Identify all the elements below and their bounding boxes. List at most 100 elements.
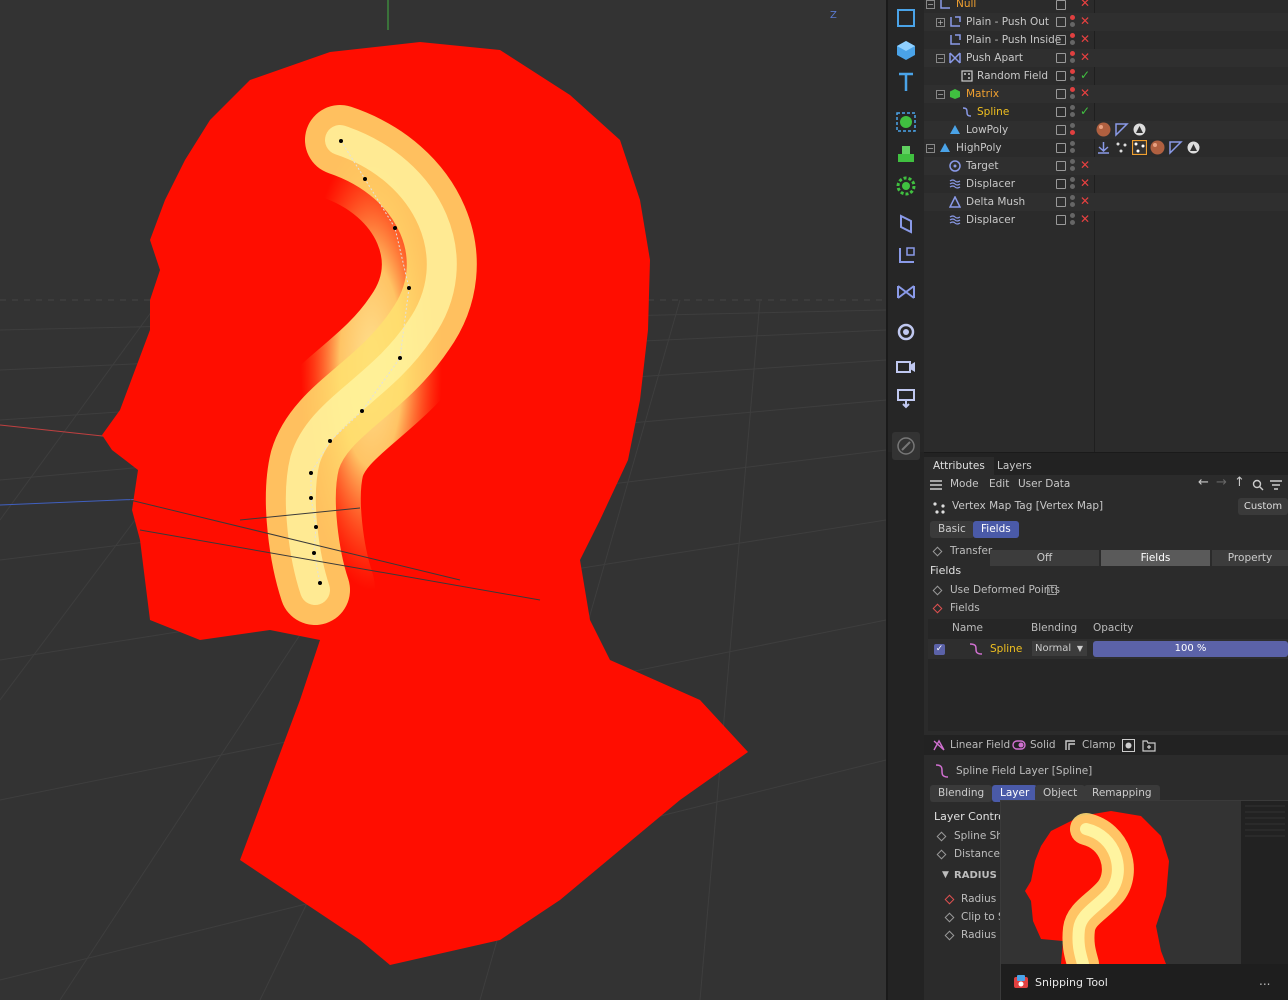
floor-icon[interactable]	[892, 384, 920, 412]
collapse-arrow-icon[interactable]: ▼	[942, 870, 949, 880]
forward-arrow-icon[interactable]: →	[1216, 475, 1227, 490]
field-enabled-checkbox[interactable]: ✓	[934, 644, 945, 655]
collapse-toggle[interactable]: −	[936, 54, 945, 63]
layer-dots[interactable]	[1070, 141, 1076, 155]
visibility-icon[interactable]	[1056, 71, 1066, 81]
hamburger-menu-icon[interactable]	[930, 480, 942, 490]
deformer-icon[interactable]	[892, 210, 920, 238]
visibility-icon[interactable]	[1056, 179, 1066, 189]
state-enabled-icon[interactable]: ✓	[1080, 68, 1090, 82]
layer-dots[interactable]	[1070, 177, 1076, 191]
material-tag-icon[interactable]	[1096, 122, 1111, 137]
layer-dots[interactable]	[1070, 15, 1076, 29]
layer-dots[interactable]	[1070, 159, 1076, 173]
state-disabled-icon[interactable]: ✕	[1080, 212, 1090, 226]
object-row-highpoly[interactable]: − HighPoly	[924, 139, 1288, 157]
layer-dots[interactable]	[1070, 195, 1076, 209]
visibility-icon[interactable]	[1056, 89, 1066, 99]
tab-basic[interactable]: Basic	[930, 521, 974, 538]
menu-mode[interactable]: Mode	[950, 478, 979, 490]
use-deformed-points-checkbox[interactable]	[1047, 585, 1057, 595]
object-row-null[interactable]: − Null ✕	[924, 0, 1288, 14]
snipping-tool-notification[interactable]: Snipping Tool ...	[1000, 800, 1288, 1000]
animate-diamond-icon[interactable]	[944, 930, 955, 941]
clamp-button[interactable]: Clamp	[1062, 737, 1116, 754]
point-tag-icon[interactable]	[1114, 140, 1129, 155]
animate-diamond-icon[interactable]	[944, 912, 955, 923]
animate-diamond-icon[interactable]	[932, 603, 943, 614]
menu-edit[interactable]: Edit	[989, 478, 1009, 490]
object-row-displacer-2[interactable]: Displacer ✕	[924, 211, 1288, 229]
custom-button[interactable]: Custom	[1238, 498, 1288, 515]
visibility-icon[interactable]	[1056, 161, 1066, 171]
cube-outline-icon[interactable]	[892, 4, 920, 32]
filter-icon[interactable]	[1270, 479, 1282, 491]
tab-blending[interactable]: Blending	[930, 785, 993, 802]
tab-fields[interactable]: Fields	[973, 521, 1019, 538]
selection-tag-icon[interactable]	[1114, 122, 1129, 137]
animate-diamond-icon[interactable]	[932, 585, 943, 596]
record-icon[interactable]	[1122, 739, 1135, 752]
state-disabled-icon[interactable]: ✕	[1080, 158, 1090, 172]
object-row-delta-mush[interactable]: Delta Mush ✕	[924, 193, 1288, 211]
3d-viewport[interactable]: Z	[0, 0, 886, 1000]
object-row-target[interactable]: Target ✕	[924, 157, 1288, 175]
object-row-plain-push-inside[interactable]: Plain - Push Inside ✕	[924, 31, 1288, 49]
up-arrow-icon[interactable]: ↑	[1234, 475, 1245, 490]
expand-toggle[interactable]: +	[936, 18, 945, 27]
layer-dots[interactable]	[1070, 213, 1076, 227]
state-disabled-icon[interactable]: ✕	[1080, 50, 1090, 64]
menu-user-data[interactable]: User Data	[1018, 478, 1070, 490]
vertex-map-tag-icon[interactable]	[1132, 140, 1147, 155]
state-enabled-icon[interactable]: ✓	[1080, 104, 1090, 118]
cloner-icon[interactable]	[892, 140, 920, 168]
object-row-plain-push-out[interactable]: + Plain - Push Out ✕	[924, 13, 1288, 31]
tab-attributes[interactable]: Attributes	[924, 457, 994, 475]
phong-tag-icon[interactable]	[1186, 140, 1201, 155]
transfer-off[interactable]: Off	[990, 550, 1099, 566]
collapse-toggle[interactable]: −	[926, 0, 935, 9]
animate-diamond-icon[interactable]	[932, 546, 943, 557]
gear-icon[interactable]	[892, 172, 920, 200]
field-row-spline[interactable]: ✓ Spline Normal ▼ 100 %	[928, 639, 1288, 659]
mograph-effector-icon[interactable]	[892, 278, 920, 306]
object-row-displacer[interactable]: Displacer ✕	[924, 175, 1288, 193]
state-disabled-icon[interactable]: ✕	[1080, 0, 1090, 10]
state-disabled-icon[interactable]: ✕	[1080, 32, 1090, 46]
object-row-spline[interactable]: Spline ✓	[924, 103, 1288, 121]
cube-icon[interactable]	[892, 36, 920, 64]
layer-dots[interactable]	[1070, 69, 1076, 83]
deformer-tag-icon[interactable]	[1096, 140, 1111, 155]
material-tag-icon[interactable]	[1150, 140, 1165, 155]
blending-dropdown[interactable]: Normal ▼	[1032, 641, 1087, 656]
camera-icon[interactable]	[892, 352, 920, 380]
visibility-icon[interactable]	[1056, 17, 1066, 27]
sculpt-icon[interactable]	[892, 432, 920, 460]
visibility-icon[interactable]	[1056, 35, 1066, 45]
transfer-fields[interactable]: Fields	[1101, 550, 1210, 566]
add-folder-icon[interactable]	[1142, 739, 1156, 752]
visibility-icon[interactable]	[1056, 215, 1066, 225]
visibility-icon[interactable]	[1056, 53, 1066, 63]
viewport-scene[interactable]: Z	[0, 0, 886, 1000]
linear-field-button[interactable]: Linear Field	[930, 737, 1010, 754]
layer-dots[interactable]	[1070, 87, 1076, 101]
phong-tag-icon[interactable]	[1132, 122, 1147, 137]
visibility-icon[interactable]	[1056, 0, 1066, 10]
animate-diamond-icon[interactable]	[936, 831, 947, 842]
opacity-slider[interactable]: 100 %	[1093, 641, 1288, 657]
animate-diamond-icon[interactable]	[944, 894, 955, 905]
state-disabled-icon[interactable]: ✕	[1080, 194, 1090, 208]
state-disabled-icon[interactable]: ✕	[1080, 14, 1090, 28]
more-options-icon[interactable]: ...	[1259, 974, 1270, 988]
object-row-matrix[interactable]: − Matrix ✕	[924, 85, 1288, 103]
solid-button[interactable]: Solid	[1010, 737, 1056, 754]
tab-layers[interactable]: Layers	[988, 457, 1041, 475]
object-row-lowpoly[interactable]: LowPoly	[924, 121, 1288, 139]
layer-dots[interactable]	[1070, 51, 1076, 65]
layer-dots[interactable]	[1070, 33, 1076, 47]
state-disabled-icon[interactable]: ✕	[1080, 86, 1090, 100]
transfer-property[interactable]: Property	[1212, 550, 1288, 566]
collapse-toggle[interactable]: −	[936, 90, 945, 99]
scene-icon[interactable]	[892, 318, 920, 346]
